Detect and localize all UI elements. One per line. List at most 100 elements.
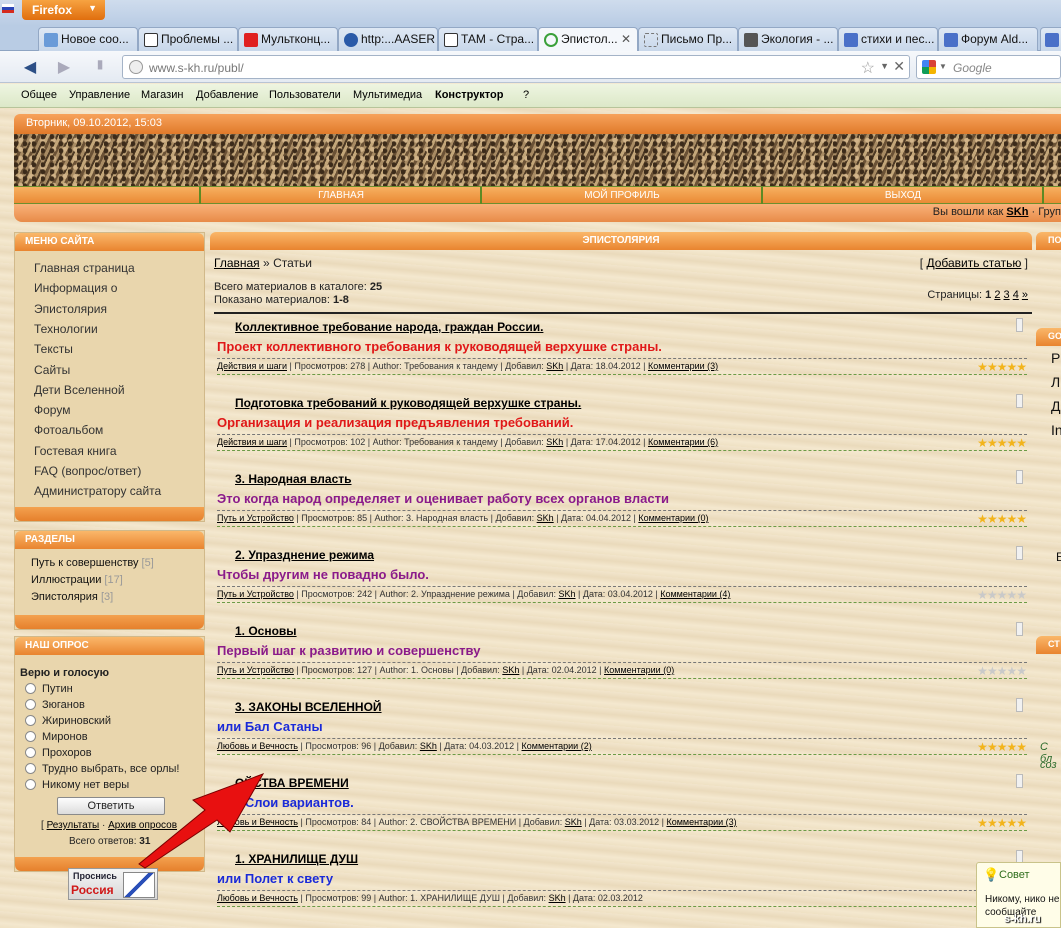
tab-youtube[interactable]: Мультконц... bbox=[238, 27, 338, 51]
tab-epistolary[interactable]: Эпистол... ✕ bbox=[538, 27, 638, 52]
tab-poems[interactable]: стихи и пес... bbox=[838, 27, 938, 51]
entry-category[interactable]: Любовь и Вечность bbox=[217, 893, 298, 903]
tab-mail[interactable]: Новое соо... bbox=[38, 27, 138, 51]
poll-option[interactable]: Путин bbox=[25, 683, 73, 695]
entry-title-link[interactable]: 3. ЗАКОНЫ ВСЕЛЕННОЙ bbox=[235, 700, 382, 714]
entry-added-by[interactable]: SKh bbox=[546, 437, 563, 447]
admin-help[interactable]: ? bbox=[523, 89, 529, 101]
results-link[interactable]: Результаты bbox=[47, 820, 100, 831]
wake-up-russia-logo[interactable]: Проснись Россия bbox=[68, 868, 158, 900]
tab-tam[interactable]: ТАМ - Стра... bbox=[438, 27, 538, 51]
menu-link-texts[interactable]: Тексты bbox=[34, 342, 73, 356]
tab-forum[interactable]: Форум Ald... bbox=[938, 27, 1038, 51]
entry-added-by[interactable]: SKh bbox=[565, 817, 582, 827]
history-dropdown-icon[interactable]: ▼ bbox=[880, 61, 889, 71]
section-item[interactable]: Иллюстрации [17] bbox=[31, 574, 123, 586]
radio-button[interactable] bbox=[25, 779, 36, 790]
entry-added-by[interactable]: SKh bbox=[537, 513, 554, 523]
admin-multimedia[interactable]: Мультимедиа bbox=[353, 89, 422, 101]
entry-added-by[interactable]: SKh bbox=[546, 361, 563, 371]
entry-title-link[interactable]: Коллективное требование народа, граждан … bbox=[235, 320, 543, 334]
entry-toggle-icon[interactable] bbox=[1016, 394, 1023, 408]
entry-added-by[interactable]: SKh bbox=[502, 665, 519, 675]
entry-added-by[interactable]: SKh bbox=[559, 589, 576, 599]
menu-link-guestbook[interactable]: Гостевая книга bbox=[34, 444, 117, 458]
tab-aaser[interactable]: http:...AASER bbox=[338, 27, 438, 51]
right-letter[interactable]: In bbox=[1051, 422, 1061, 438]
admin-add[interactable]: Добавление bbox=[196, 89, 258, 101]
entry-comments[interactable]: Комментарии (6) bbox=[648, 437, 718, 447]
section-name[interactable]: Иллюстрации bbox=[31, 574, 101, 586]
radio-button[interactable] bbox=[25, 699, 36, 710]
admin-shop[interactable]: Магазин bbox=[141, 89, 183, 101]
radio-button[interactable] bbox=[25, 715, 36, 726]
entry-toggle-icon[interactable] bbox=[1016, 546, 1023, 560]
radio-button[interactable] bbox=[25, 683, 36, 694]
tab-ecology[interactable]: Экология - ... bbox=[738, 27, 838, 51]
menu-link-children[interactable]: Дети Вселенной bbox=[34, 383, 125, 397]
poll-option[interactable]: Жириновский bbox=[25, 715, 111, 727]
search-bar[interactable]: ▼ Google bbox=[916, 55, 1061, 79]
menu-link-home[interactable]: Главная страница bbox=[34, 261, 135, 275]
entry-comments[interactable]: Комментарии (3) bbox=[648, 361, 718, 371]
menu-link-faq[interactable]: FAQ (вопрос/ответ) bbox=[34, 464, 141, 478]
entry-title-link[interactable]: 3. Народная власть bbox=[235, 472, 352, 486]
entry-category[interactable]: Путь и Устройство bbox=[217, 513, 294, 523]
radio-button[interactable] bbox=[25, 731, 36, 742]
entry-added-by[interactable]: SKh bbox=[420, 741, 437, 751]
entry-title-link[interactable]: Подготовка требований к руководящей верх… bbox=[235, 396, 581, 410]
poll-option[interactable]: Прохоров bbox=[25, 747, 92, 759]
menu-profile[interactable]: МОЙ ПРОФИЛЬ bbox=[480, 187, 762, 204]
radio-button[interactable] bbox=[25, 763, 36, 774]
page-next[interactable]: » bbox=[1022, 289, 1028, 301]
menu-link-technologies[interactable]: Технологии bbox=[34, 322, 98, 336]
admin-constructor[interactable]: Конструктор bbox=[435, 89, 503, 101]
page-link[interactable]: 4 bbox=[1013, 289, 1019, 301]
right-letter[interactable]: Л bbox=[1051, 374, 1060, 390]
section-name[interactable]: Эпистолярия bbox=[31, 591, 98, 603]
section-name[interactable]: Путь к совершенству bbox=[31, 557, 138, 569]
poll-option[interactable]: Никому нет веры bbox=[25, 779, 129, 791]
menu-link-admin[interactable]: Администратору сайта bbox=[34, 484, 161, 498]
section-item[interactable]: Путь к совершенству [5] bbox=[31, 557, 154, 569]
menu-link-photos[interactable]: Фотоальбом bbox=[34, 423, 103, 437]
login-user-link[interactable]: SKh bbox=[1006, 206, 1028, 218]
entry-category[interactable]: Путь и Устройство bbox=[217, 665, 294, 675]
menu-link-info[interactable]: Информация о bbox=[34, 281, 117, 295]
add-article-link[interactable]: Добавить статью bbox=[926, 256, 1021, 270]
tab-letter[interactable]: Письмо Пр... bbox=[638, 27, 738, 51]
reload-icon[interactable]: ✕ bbox=[893, 58, 905, 75]
back-arrow-icon[interactable]: ◀ bbox=[18, 57, 42, 77]
section-item[interactable]: Эпистолярия [3] bbox=[31, 591, 113, 603]
entry-added-by[interactable]: SKh bbox=[549, 893, 566, 903]
menu-link-sites[interactable]: Сайты bbox=[34, 363, 70, 377]
entry-comments[interactable]: Комментарии (3) bbox=[666, 817, 736, 827]
entry-comments[interactable]: Комментарии (4) bbox=[660, 589, 730, 599]
entry-title-link[interactable]: 2. Упразднение режима bbox=[235, 548, 374, 562]
entry-comments[interactable]: Комментарии (2) bbox=[522, 741, 592, 751]
menu-link-epistolary[interactable]: Эпистолярия bbox=[34, 302, 107, 316]
close-tab-icon[interactable]: ✕ bbox=[621, 32, 631, 46]
page-link[interactable]: 3 bbox=[1004, 289, 1010, 301]
right-letter[interactable]: P bbox=[1051, 350, 1060, 366]
entry-title-link[interactable]: 1. Основы bbox=[235, 624, 297, 638]
poll-option[interactable]: Зюганов bbox=[25, 699, 85, 711]
search-engine-dropdown-icon[interactable]: ▼ bbox=[939, 62, 947, 71]
admin-management[interactable]: Управление bbox=[69, 89, 130, 101]
tab-overflow[interactable] bbox=[1040, 27, 1061, 51]
entry-toggle-icon[interactable] bbox=[1016, 318, 1023, 332]
entry-comments[interactable]: Комментарии (0) bbox=[638, 513, 708, 523]
page-link[interactable]: 2 bbox=[994, 289, 1000, 301]
menu-link-forum[interactable]: Форум bbox=[34, 403, 70, 417]
breadcrumb-home[interactable]: Главная bbox=[214, 256, 260, 270]
entry-category[interactable]: Путь и Устройство bbox=[217, 589, 294, 599]
entry-category[interactable]: Действия и шаги bbox=[217, 437, 287, 447]
admin-general[interactable]: Общее bbox=[21, 89, 57, 101]
address-bar[interactable]: www.s-kh.ru/publ/ ☆ ▼ ✕ bbox=[122, 55, 910, 79]
bookmark-star-icon[interactable]: ☆ bbox=[861, 58, 875, 78]
tab-problems[interactable]: Проблемы ... bbox=[138, 27, 238, 51]
entry-category[interactable]: Любовь и Вечность bbox=[217, 741, 298, 751]
entry-toggle-icon[interactable] bbox=[1016, 470, 1023, 484]
entry-toggle-icon[interactable] bbox=[1016, 774, 1023, 788]
entry-comments[interactable]: Комментарии (0) bbox=[604, 665, 674, 675]
